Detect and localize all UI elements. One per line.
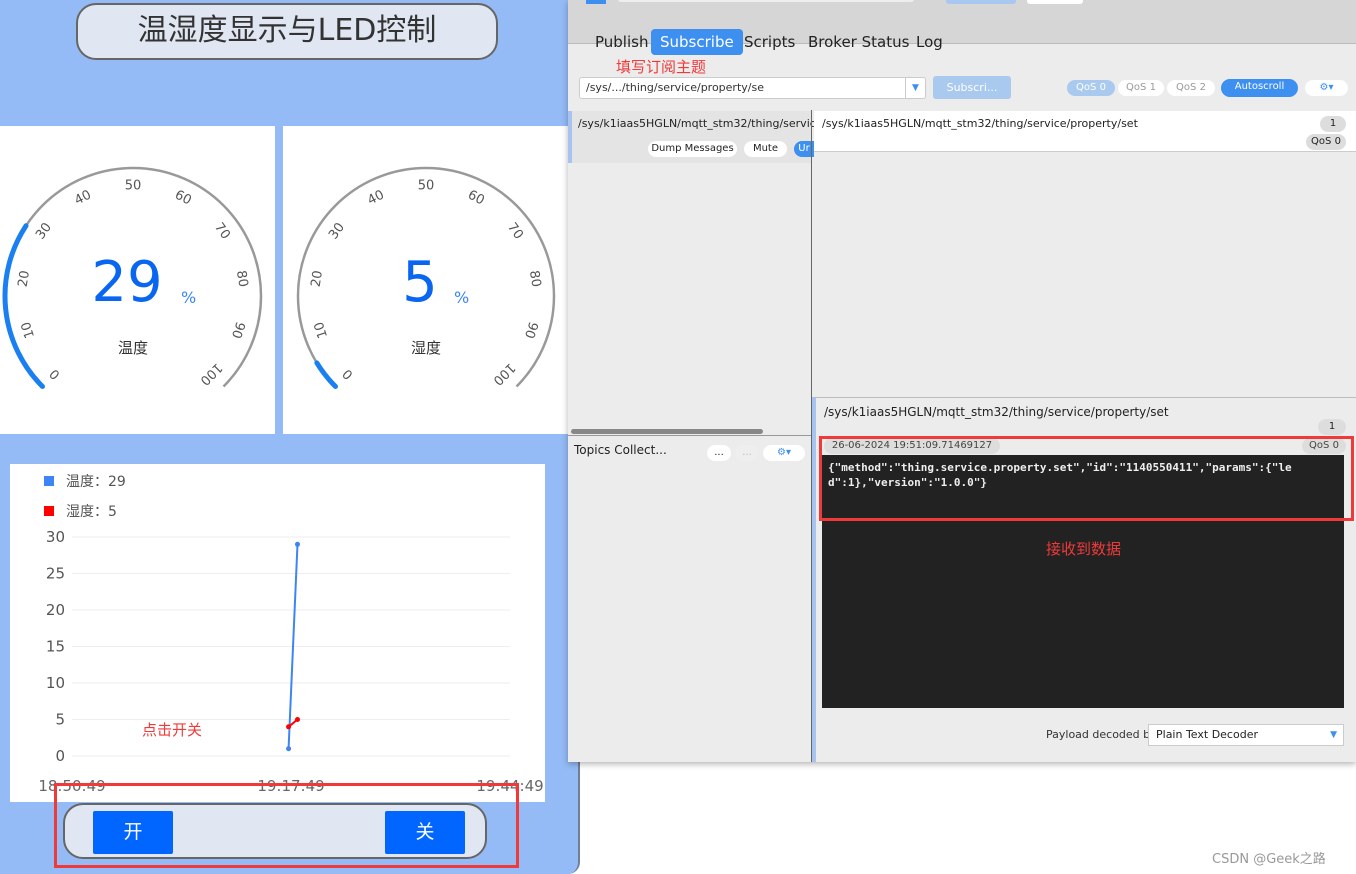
gauge-tick-label: 70 (504, 220, 526, 242)
mute-button[interactable]: Mute (744, 141, 787, 157)
message-count: 1 (1320, 116, 1346, 132)
host-input[interactable] (618, 0, 914, 2)
topic-input-value: /sys/.../thing/service/property/se (586, 81, 764, 94)
temperature-gauge: 0 10 20 30 40 50 60 70 80 90100 29 % 温度 (2, 166, 263, 390)
gauge-tick-label: 90 (521, 320, 540, 340)
message-qos: QoS 0 (1306, 134, 1346, 150)
data-point (294, 541, 300, 547)
gauge-tick-label: 80 (233, 269, 250, 288)
gauge-tick-label: 30 (326, 220, 348, 242)
topic-input[interactable]: /sys/.../thing/service/property/se ▼ (579, 77, 926, 99)
topics-collector-label: Topics Collect... (574, 443, 667, 457)
highlight-box (54, 783, 519, 868)
gauge-tick-label: 20 (16, 269, 33, 288)
tab-subscribe[interactable]: Subscribe (651, 29, 743, 55)
y-tick-label: 0 (55, 747, 65, 765)
y-tick-label: 20 (46, 601, 65, 619)
gauge-tick-label: 40 (365, 188, 387, 209)
gauge-tick-label: 40 (72, 188, 94, 209)
gauge-tick-label: 100 (197, 360, 225, 388)
gauge-value-arc (2, 223, 45, 390)
gauge-tick-label: 0 (340, 366, 356, 382)
annotation-click: 点击开关 (142, 721, 203, 739)
legend-swatch (44, 476, 54, 486)
gauge-unit: % (454, 288, 469, 307)
gauge-value-arc (314, 360, 338, 390)
tab-scripts[interactable]: Scripts (735, 29, 804, 55)
gauge-tick-label: 20 (309, 269, 326, 288)
subscription-topic: /sys/k1iaas5HGLN/mqtt_stm32/thing/servic… (578, 117, 814, 130)
collector-button-disabled[interactable]: ... (735, 445, 759, 461)
gauge-tick-label: 60 (465, 188, 487, 209)
settings-gear-icon[interactable]: ⚙▾ (1305, 80, 1348, 96)
dump-messages-button[interactable]: Dump Messages (648, 141, 737, 157)
humidity-gauge: 0 10 20 30 40 50 60 70 80 90100 5 % 湿度 (296, 166, 556, 390)
gauge-label: 湿度 (411, 339, 441, 357)
divider (568, 435, 811, 436)
detail-topic: /sys/k1iaas5HGLN/mqtt_stm32/thing/servic… (824, 405, 1169, 419)
detail-count: 1 (1318, 419, 1346, 435)
dropdown-icon[interactable]: ▼ (1330, 725, 1337, 745)
humidity-gauge-panel: 0 10 20 30 40 50 60 70 80 90 100 5% 湿度 (283, 126, 568, 434)
legend-label: 湿度：5 (66, 504, 117, 520)
y-tick-label: 15 (46, 638, 65, 656)
watermark: CSDN @Geek之路 (1212, 852, 1326, 867)
data-point (286, 746, 292, 752)
qos0-button[interactable]: QoS 0 (1067, 80, 1115, 96)
collector-button[interactable]: ... (707, 445, 731, 461)
gauge-value: 5 (402, 250, 438, 315)
message-list-item[interactable]: /sys/k1iaas5HGLN/mqtt_stm32/thing/servic… (814, 111, 1356, 152)
connection-field[interactable] (1027, 0, 1083, 4)
mqtt-explorer-window: Publish Subscribe Scripts Broker Status Log … (568, 0, 1356, 762)
subscribe-button[interactable]: Subscri... (933, 76, 1011, 99)
gauge-tick-label: 10 (19, 320, 38, 340)
data-point (286, 724, 292, 730)
y-tick-label: 30 (46, 528, 65, 546)
tab-log[interactable]: Log (907, 29, 952, 55)
gauge-tick-label: 80 (526, 269, 543, 288)
gauge-tick-label: 50 (418, 179, 435, 194)
collector-gear-icon[interactable]: ⚙▾ (763, 445, 805, 461)
gauge-unit: % (181, 288, 196, 307)
annotation-topic: 填写订阅主题 (616, 58, 707, 76)
line-chart: 温度：29 湿度：5 0 5 10 15 20 25 30 18:50:49 19:17:49 19:… (10, 464, 545, 802)
decoder-value: Plain Text Decoder (1156, 728, 1258, 741)
gauge-tick-label: 0 (47, 366, 63, 382)
app-icon (586, 0, 606, 4)
connect-button[interactable] (946, 0, 1016, 4)
qos2-button[interactable]: QoS 2 (1167, 80, 1215, 96)
page-title: 温湿度显示与LED控制 (76, 3, 498, 60)
horizontal-scrollbar[interactable] (571, 429, 763, 434)
y-tick-label: 25 (46, 565, 65, 583)
autoscroll-button[interactable]: Autoscroll (1221, 79, 1298, 97)
legend-swatch (44, 506, 54, 516)
decoder-select[interactable]: Plain Text Decoder ▼ (1148, 724, 1344, 746)
y-tick-label: 5 (55, 711, 65, 729)
message-topic: /sys/k1iaas5HGLN/mqtt_stm32/thing/servic… (822, 117, 1138, 130)
dashboard-panel: 温湿度显示与LED控制 0 10 20 30 40 50 60 70 80 90 100 29% 温度 … (0, 0, 580, 874)
subscription-item[interactable]: /sys/k1iaas5HGLN/mqtt_stm32/thing/servic… (568, 111, 814, 163)
gauge-tick-label: 30 (33, 220, 55, 242)
gauge-tick-label: 100 (490, 360, 518, 388)
gauge-tick-label: 10 (312, 320, 331, 340)
highlight-box (819, 436, 1354, 521)
data-point (294, 717, 300, 722)
dropdown-icon[interactable]: ▼ (905, 78, 925, 98)
gauge-tick-label: 70 (211, 220, 233, 242)
annotation-received: 接收到数据 (1046, 540, 1122, 558)
legend-label: 温度：29 (66, 474, 126, 490)
tab-publish[interactable]: Publish (586, 29, 657, 55)
gauge-tick-label: 90 (228, 320, 247, 340)
gauge-tick-label: 50 (125, 179, 142, 194)
decoder-label: Payload decoded by (1046, 728, 1157, 741)
qos1-button[interactable]: QoS 1 (1118, 80, 1164, 96)
temperature-gauge-panel: 0 10 20 30 40 50 60 70 80 90 100 29% 温度 (0, 126, 275, 434)
tab-broker-status[interactable]: Broker Status (799, 29, 918, 55)
gauge-label: 温度 (118, 339, 148, 357)
gauge-value: 29 (91, 250, 162, 315)
gauge-tick-label: 60 (172, 188, 194, 209)
y-tick-label: 10 (46, 674, 65, 692)
